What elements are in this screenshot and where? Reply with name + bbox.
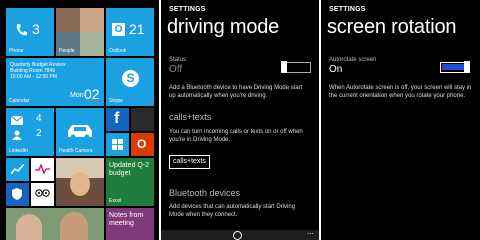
page-title: screen rotation [327,16,457,38]
tripadvisor-tile[interactable] [31,158,54,159]
app-tile-3[interactable] [6,183,29,206]
calendar-label: Calendar [9,98,30,104]
chart-icon [11,164,24,174]
outlook-label: Outlook [109,48,127,54]
people-photo-1 [56,8,80,32]
screen-rotation-screen: SETTINGS screen rotation Autorotate scre… [321,0,480,240]
calls-texts-button[interactable]: calls+texts [169,155,210,169]
autorotate-value: On [329,64,343,75]
photo-wide-tile[interactable] [6,208,104,240]
driving-description: Add a Bluetooth device to have Driving M… [169,85,303,99]
store-tile[interactable] [106,133,129,156]
excel-title: Updated Q-2 budget [109,162,150,177]
pulse-icon [35,164,50,174]
status-toggle[interactable] [281,61,311,73]
skype-tile[interactable]: S Skype [106,58,154,106]
save-icon[interactable] [233,231,242,240]
excel-label: Excel [109,198,122,204]
skype-icon: S [122,70,139,87]
settings-label: SETTINGS [329,6,366,13]
calls-description: You can turn incoming calls or texts on … [169,129,303,143]
linkedin-label: LinkedIn [9,148,28,154]
calls-header: calls+texts [169,112,212,122]
autorotate-description: When Autorotate screen is off, your scre… [329,85,472,99]
autorotate-label: Autorotate screen [329,57,377,63]
excel-tile[interactable]: Updated Q-2 budget Excel [106,158,154,206]
app-tile-1[interactable] [6,158,29,181]
linkedin-tile[interactable]: 4 2 LinkedIn [6,108,54,156]
app-bar: ... [161,227,319,240]
skype-label: Skype [109,98,123,104]
car-icon [68,125,92,140]
photo-people-2 [60,212,88,240]
photo-face [70,172,90,196]
outlook-count: 21 [129,21,145,37]
windows-icon [112,139,123,150]
more-icon[interactable]: ... [307,227,314,236]
shield-icon [12,188,22,200]
notes-title: Notes from meeting [109,212,144,227]
people-photo-4 [80,32,104,56]
autorotate-toggle-knob[interactable] [464,61,470,73]
person-icon [12,130,22,140]
facebook-icon: f [114,110,120,127]
calendar-date: 02 [84,86,100,102]
outlook-tile[interactable]: O 21 Outlook [106,8,154,56]
calendar-time: 10:00 AM - 12:00 PM [10,74,57,80]
phone-label: Phone [9,48,24,54]
status-value: Off [169,64,183,75]
app-tile-2[interactable] [31,158,54,181]
office-icon: O [137,137,147,151]
status-toggle-knob[interactable] [281,61,287,73]
bluetooth-description: Add devices that can automatically start… [169,204,296,218]
autorotate-fill [442,64,464,70]
office-tile[interactable]: O [131,133,154,156]
photo-people [16,214,42,240]
message-count: 4 [36,113,42,124]
people-tile[interactable]: People [56,8,104,56]
phone-tile[interactable]: 3 Phone [6,8,54,56]
onenote-tile[interactable]: Notes from meeting [106,208,154,240]
people-label: People [59,48,75,54]
missed-count: 2 [36,128,42,139]
calendar-day: Mon [70,92,84,99]
photos-tile[interactable] [56,158,104,206]
camera-label: Health Camera [59,148,93,154]
autorotate-toggle[interactable] [440,61,470,73]
settings-label: SETTINGS [169,6,206,13]
people-photo-2 [80,8,104,32]
owl-icon [35,189,50,197]
facebook-tile[interactable]: f [106,108,129,131]
status-label: Status [169,57,187,63]
page-title: driving mode [167,16,280,38]
outlook-icon: O [112,23,125,36]
tripadvisor-tile-body[interactable] [31,183,54,206]
phone-icon [16,24,27,36]
phone-count: 3 [32,21,40,37]
message-icon [11,116,23,125]
driving-mode-screen: SETTINGS driving mode Status Off Add a B… [161,0,319,240]
calendar-tile[interactable]: Quarterly Budget Review Building Room 78… [6,58,104,106]
camera-tile[interactable]: Health Camera [56,108,104,156]
bluetooth-header: Bluetooth devices [169,188,241,198]
start-screen: 3 Phone People O 21 Outlook Quarterly Bu… [0,0,159,240]
music-tile[interactable] [131,108,154,131]
